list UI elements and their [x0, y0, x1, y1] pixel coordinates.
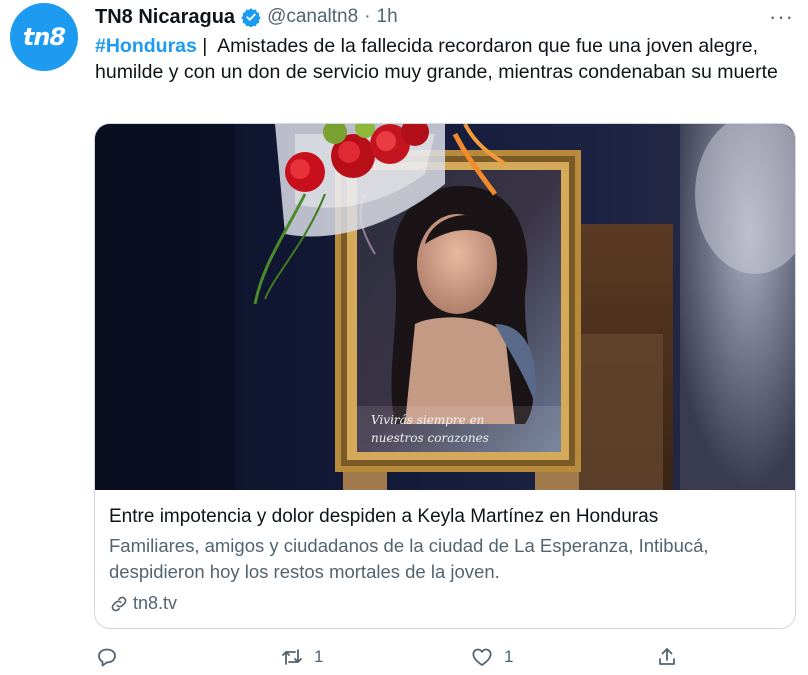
- hashtag-link[interactable]: #Honduras: [95, 35, 197, 57]
- like-icon: [470, 645, 494, 669]
- verified-badge-icon: [241, 7, 261, 27]
- tweet-text: #Honduras | Amistades de la fallecida re…: [95, 33, 795, 85]
- author-handle[interactable]: @canaltn8: [267, 6, 358, 28]
- like-count: 1: [504, 647, 514, 666]
- share-button[interactable]: [655, 645, 679, 669]
- card-description: Familiares, amigos y ciudadanos de la ci…: [109, 535, 709, 582]
- header-separator: ·: [364, 6, 371, 27]
- author-name[interactable]: TN8 Nicaragua: [95, 6, 235, 29]
- link-card[interactable]: Vivirás siempre en nuestros corazones En…: [94, 123, 796, 629]
- link-icon: [109, 594, 129, 614]
- reply-button[interactable]: [95, 645, 129, 669]
- more-icon[interactable]: ···: [769, 4, 794, 30]
- like-button[interactable]: 1: [470, 645, 513, 669]
- reply-icon: [95, 645, 119, 669]
- card-image: Vivirás siempre en nuestros corazones: [95, 124, 795, 490]
- card-body: Entre impotencia y dolor despiden a Keyl…: [109, 504, 789, 614]
- avatar-logo-text: tn8: [22, 23, 66, 51]
- share-icon: [655, 645, 679, 669]
- card-domain: tn8.tv: [133, 593, 178, 613]
- card-image-caption-1: Vivirás siempre en: [371, 413, 484, 427]
- avatar[interactable]: tn8: [10, 3, 78, 71]
- tweet-time[interactable]: 1h: [377, 6, 398, 28]
- tweet-actions: 1 1: [95, 645, 695, 675]
- tweet-header: TN8 Nicaragua @canaltn8 · 1h: [95, 4, 398, 30]
- card-title[interactable]: Entre impotencia y dolor despiden a Keyl…: [109, 504, 789, 530]
- tweet-pipe: |: [196, 35, 208, 57]
- retweet-icon: [280, 645, 304, 669]
- retweet-count: 1: [314, 647, 324, 666]
- card-domain-row: tn8.tv: [109, 593, 789, 614]
- retweet-button[interactable]: 1: [280, 645, 323, 669]
- card-image-caption-2: nuestros corazones: [371, 431, 489, 445]
